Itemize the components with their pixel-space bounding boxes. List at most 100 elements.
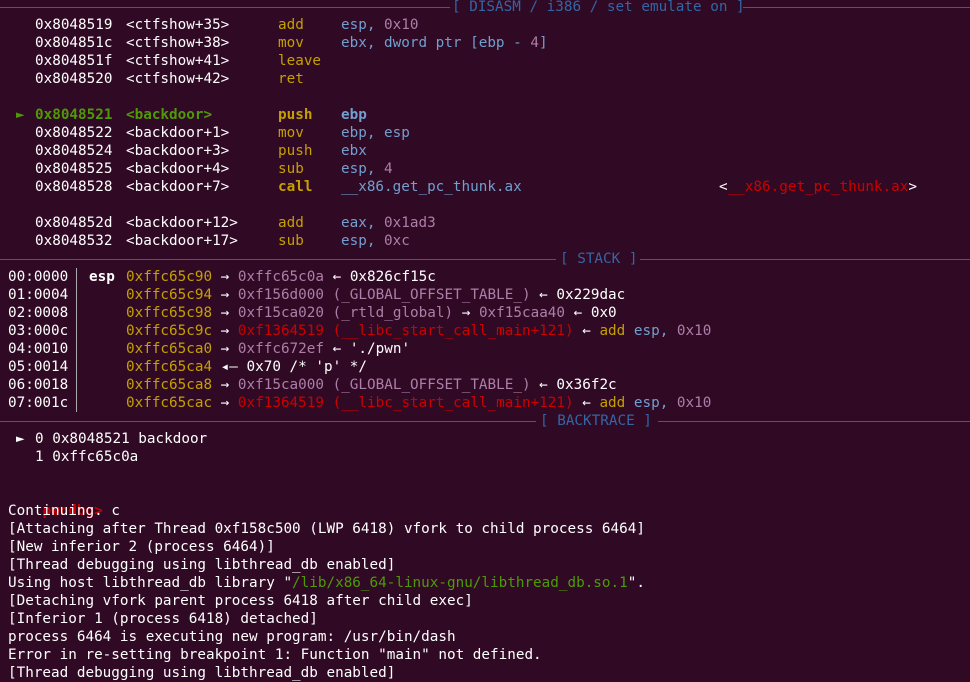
- stack-value: 0x36f2c: [556, 377, 617, 393]
- stack-header: [ STACK ]: [560, 251, 638, 267]
- stack-offset: 00:0000: [8, 269, 69, 285]
- disasm-line[interactable]: 0x8048519 <ctfshow+35> add esp, 0x10: [0, 16, 970, 34]
- disasm-operands: ebp, esp: [341, 124, 410, 142]
- disasm-symbol: <backdoor+17>: [126, 233, 238, 249]
- pointer-symbol: (_GLOBAL_OFFSET_TABLE_): [332, 377, 531, 393]
- stack-value: 0x229dac: [556, 287, 626, 303]
- call-target-symbol: __x86.get_pc_thunk.ax: [727, 179, 909, 195]
- stack-section-rule: [ STACK ]: [0, 250, 970, 268]
- stack-value: 0x70 /* 'p' */: [246, 359, 368, 375]
- disasm-line[interactable]: 0x8048528 <backdoor+7> call __x86.get_pc_th…: [0, 178, 970, 196]
- disasm-address: 0x804851f: [35, 53, 113, 69]
- pointer-symbol: (_GLOBAL_OFFSET_TABLE_): [332, 287, 531, 303]
- disasm-mnemonic: mov: [278, 35, 304, 51]
- stack-address: 0xffc65c90: [126, 269, 213, 285]
- operand-number: 0xc: [384, 233, 410, 249]
- disasm-line[interactable]: 0x8048520 <ctfshow+42> ret: [0, 70, 970, 88]
- frame-address: 0xffc65c0a: [52, 449, 139, 465]
- disasm-line[interactable]: 0x804851c <ctfshow+38> mov ebx, dword ptr […: [0, 34, 970, 52]
- stack-address: 0xffc65ca4: [126, 359, 213, 375]
- operand-text: ebx: [341, 143, 367, 159]
- console-line: [Thread debugging using libthread_db ena…: [8, 665, 396, 681]
- stack-insn-number: 0x10: [676, 395, 712, 411]
- frame-index: 1: [35, 449, 44, 465]
- stack-row[interactable]: 04:0010 0xffc65ca0 → 0xffc672ef ← './pwn': [0, 340, 970, 358]
- disasm-line[interactable]: 0x8048532 <backdoor+17> sub esp, 0xc: [0, 232, 970, 250]
- disasm-symbol: <ctfshow+41>: [126, 53, 230, 69]
- pointer-value: 0xf1364519: [237, 395, 324, 411]
- stack-row[interactable]: 00:0000 esp 0xffc65c90 → 0xffc65c0a ← 0x82…: [0, 268, 970, 286]
- console-line: Continuing.: [8, 503, 103, 519]
- pointer-symbol: (_rtld_global): [332, 305, 454, 321]
- stack-value: './pwn': [349, 341, 411, 357]
- stack-row[interactable]: 02:0008 0xffc65c98 → 0xf15ca020 (_rtld_gl…: [0, 304, 970, 322]
- operand-text: __x86.get_pc_thunk.ax: [341, 179, 522, 195]
- stack-entry: 0xffc65c98 → 0xf15ca020 (_rtld_global) →…: [126, 305, 617, 321]
- stack-entry: 0xffc65c94 → 0xf156d000 (_GLOBAL_OFFSET_…: [126, 287, 626, 303]
- stack-entry: 0xffc65cac → 0xf1364519 (__libc_start_ca…: [126, 395, 712, 411]
- operand-tail: ]: [538, 35, 548, 51]
- disasm-operands: ebp: [341, 106, 367, 124]
- stack-row[interactable]: 07:001c 0xffc65cac → 0xf1364519 (__libc_s…: [0, 394, 970, 412]
- disasm-line[interactable]: 0x804851f <ctfshow+41> leave: [0, 52, 970, 70]
- console-command: c: [111, 503, 120, 519]
- disasm-line[interactable]: 0x8048524 <backdoor+3> push ebx: [0, 142, 970, 160]
- stack-entry: 0xffc65ca8 → 0xf15ca000 (_GLOBAL_OFFSET_…: [126, 377, 617, 393]
- disasm-line[interactable]: 0x8048522 <backdoor+1> mov ebp, esp: [0, 124, 970, 142]
- disasm-symbol: <backdoor+1>: [126, 125, 230, 141]
- pointer-value: 0xf156d000: [237, 287, 324, 303]
- frame-function: backdoor: [138, 431, 208, 447]
- console-line: Using host libthread_db library "/lib/x8…: [8, 575, 645, 591]
- stack-row[interactable]: 03:000c 0xffc65c9c → 0xf1364519 (__libc_s…: [0, 322, 970, 340]
- disasm-line[interactable]: 0x804852d <backdoor+12> add eax, 0x1ad3: [0, 214, 970, 232]
- disasm-operands: ebx: [341, 142, 367, 160]
- stack-offset: 02:0008: [8, 305, 69, 321]
- operand-text: esp,: [341, 17, 385, 33]
- console-line: [Attaching after Thread 0xf158c500 (LWP …: [8, 521, 645, 537]
- disasm-symbol: <backdoor+12>: [126, 215, 238, 231]
- pointer-value: 0xffc65c0a: [237, 269, 324, 285]
- operand-text: esp,: [341, 233, 385, 249]
- stack-value: 0x0: [590, 305, 617, 321]
- stack-value: 0x826cf15c: [349, 269, 436, 285]
- disasm-address: 0x804852d: [35, 215, 113, 231]
- console-line: process 6464 is executing new program: /…: [8, 629, 456, 645]
- disasm-address: 0x8048525: [35, 161, 113, 177]
- disasm-line[interactable]: 0x8048525 <backdoor+4> sub esp, 4: [0, 160, 970, 178]
- console-prompt-line[interactable]: pwndbg> c: [8, 484, 119, 519]
- stack-address: 0xffc65c98: [126, 305, 213, 321]
- disasm-symbol: <ctfshow+42>: [126, 71, 230, 87]
- frame-text: 0 0x8048521 backdoor: [35, 430, 207, 448]
- pointer-value: 0xffc672ef: [237, 341, 324, 357]
- disasm-operands: __x86.get_pc_thunk.ax: [341, 178, 522, 196]
- stack-row[interactable]: 06:0018 0xffc65ca8 → 0xf15ca000 (_GLOBAL_…: [0, 376, 970, 394]
- disasm-mnemonic: add: [278, 17, 304, 33]
- stack-row[interactable]: 05:0014 0xffc65ca4 ◂— 0x70 /* 'p' */: [0, 358, 970, 376]
- pointer-symbol: (__libc_start_call_main+121): [332, 395, 574, 411]
- backtrace-header: [ BACKTRACE ]: [540, 413, 652, 429]
- disasm-address: 0x804851c: [35, 35, 113, 51]
- operand-number: 4: [530, 35, 539, 51]
- disasm-mnemonic: mov: [278, 125, 304, 141]
- disasm-operands: esp, 0x10: [341, 16, 418, 34]
- stack-offset: 04:0010: [8, 341, 69, 357]
- stack-address: 0xffc65c9c: [126, 323, 213, 339]
- disasm-address: 0x8048532: [35, 233, 113, 249]
- stack-insn-operand: esp,: [633, 323, 677, 339]
- terminal-window[interactable]: [ DISASM / i386 / set emulate on ] 0x804…: [0, 0, 970, 681]
- disasm-symbol: <ctfshow+38>: [126, 35, 230, 51]
- disasm-operands: ebx, dword ptr [ebp - 4]: [341, 34, 548, 52]
- stack-insn-mnemonic: add: [599, 395, 626, 411]
- frame-text: 1 0xffc65c0a: [35, 448, 138, 466]
- disasm-address: 0x8048524: [35, 143, 113, 159]
- disasm-symbol: <backdoor+4>: [126, 161, 230, 177]
- stack-row[interactable]: 01:0004 0xffc65c94 → 0xf156d000 (_GLOBAL_…: [0, 286, 970, 304]
- disasm-section-rule: [ DISASM / i386 / set emulate on ]: [0, 0, 970, 16]
- disasm-mnemonic: push: [278, 107, 313, 123]
- backtrace-frame[interactable]: ► 0 0x8048521 backdoor: [0, 430, 970, 448]
- stack-register: esp: [89, 269, 115, 285]
- stack-offset: 06:0018: [8, 377, 69, 393]
- stack-offset: 03:000c: [8, 323, 69, 339]
- backtrace-frame[interactable]: 1 0xffc65c0a: [0, 448, 970, 466]
- disasm-line[interactable]: ► 0x8048521 <backdoor> push ebp: [0, 106, 970, 124]
